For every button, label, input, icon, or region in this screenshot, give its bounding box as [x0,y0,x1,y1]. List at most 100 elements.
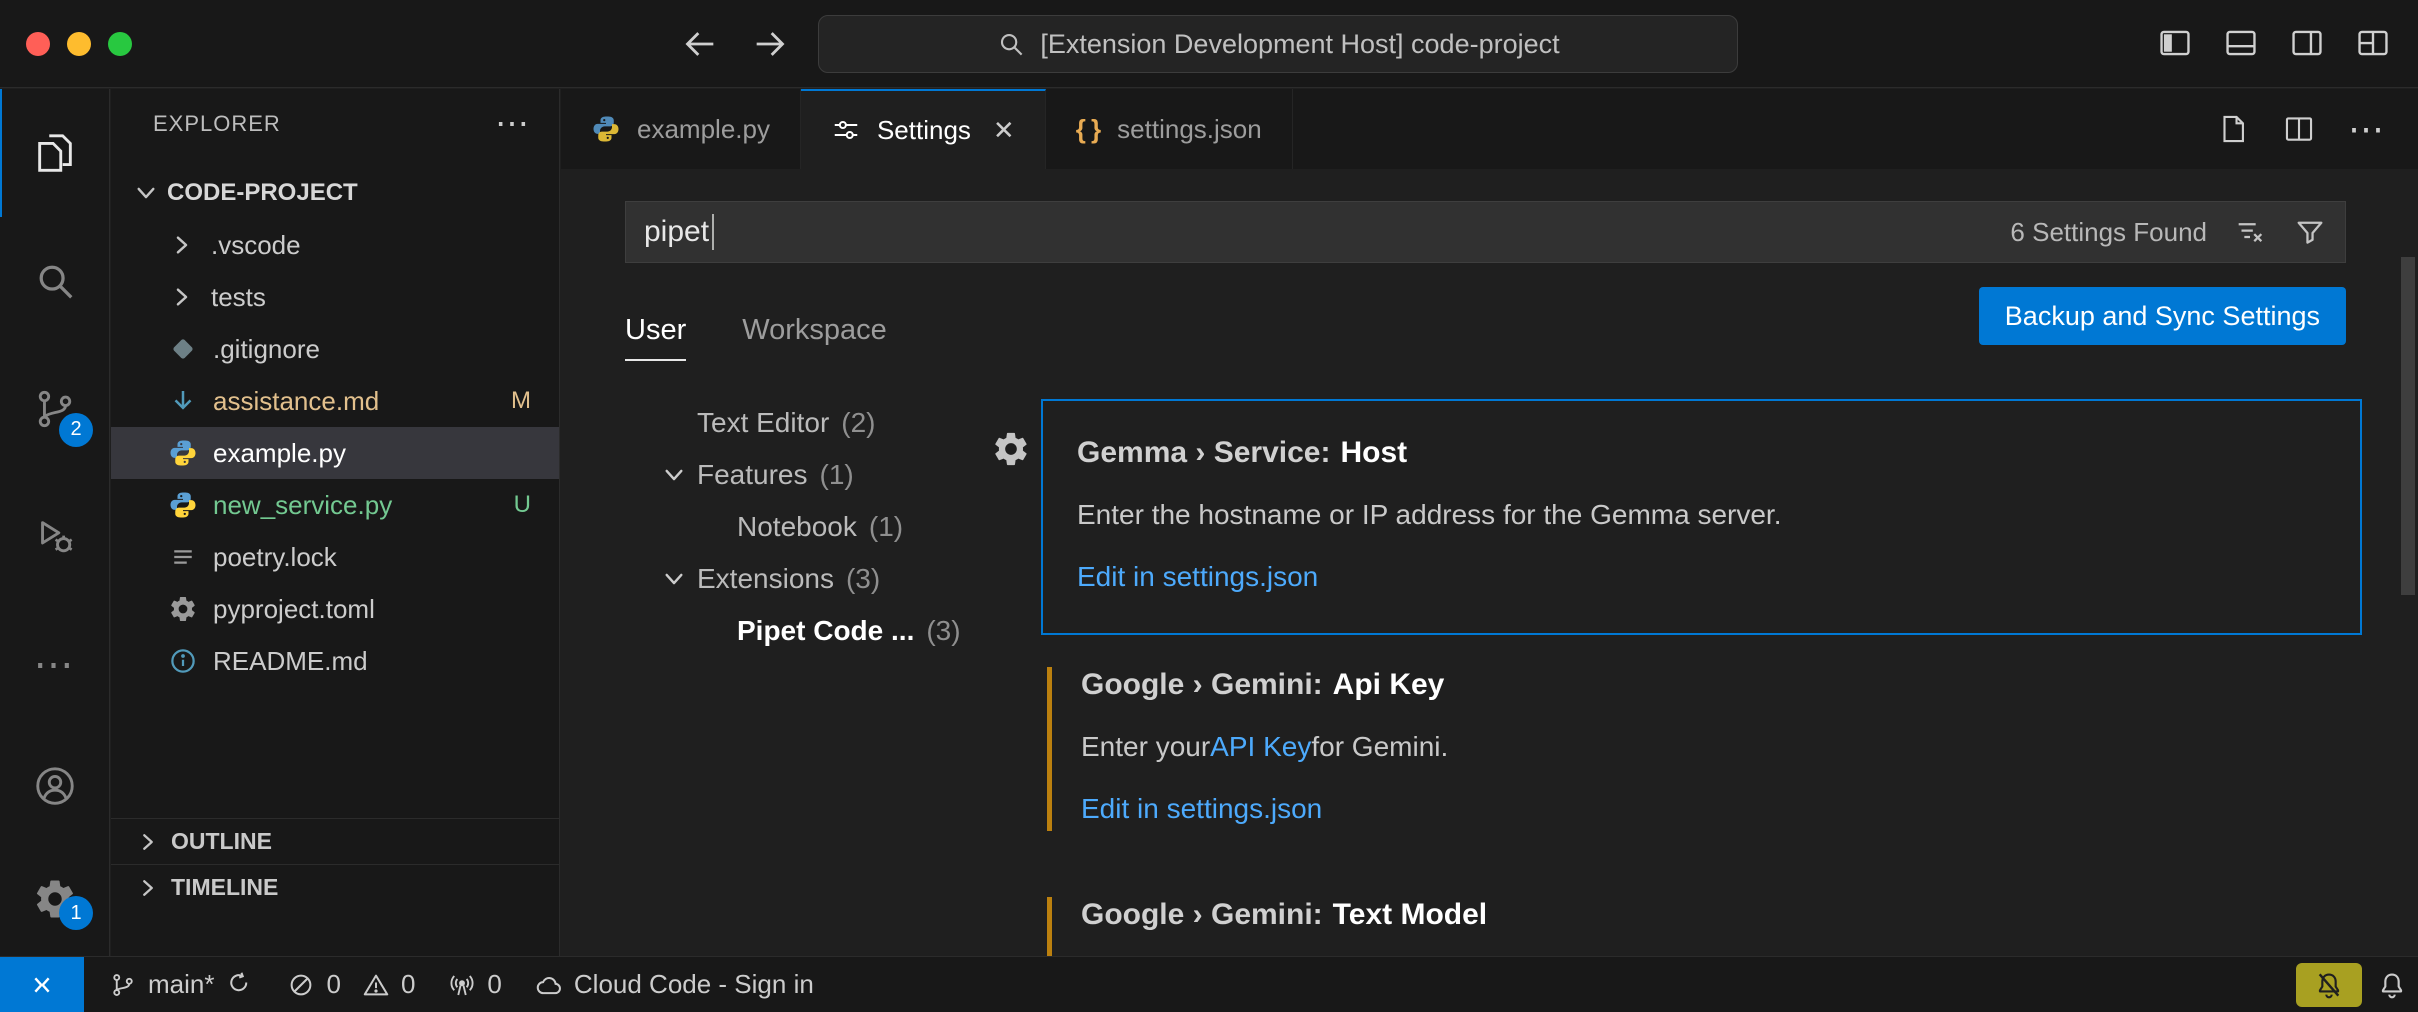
backup-sync-settings-button[interactable]: Backup and Sync Settings [1979,287,2346,345]
zoom-window-button[interactable] [108,32,132,56]
setting-context-gear-icon[interactable] [991,429,1031,469]
explorer-more-actions-icon[interactable]: ⋯ [495,114,529,134]
git-branch-icon [108,970,138,1000]
cloud-code-status-item[interactable]: Cloud Code - Sign in [518,957,830,1012]
search-icon [996,29,1026,59]
scope-tab-workspace[interactable]: Workspace [742,314,887,361]
tree-item-tests[interactable]: tests [111,271,559,323]
ports-count: 0 [487,969,501,1000]
tree-item-example-py[interactable]: example.py [111,427,559,479]
lock-file-icon [167,541,199,573]
activity-accounts[interactable] [0,729,109,843]
close-window-button[interactable] [26,32,50,56]
toc-text-editor[interactable]: Text Editor (2) [651,397,1031,449]
chevron-down-icon [651,462,697,488]
toc-features[interactable]: Features (1) [651,449,1031,501]
open-settings-json-icon[interactable] [2216,112,2250,146]
branch-label: main* [148,969,214,1000]
modified-indicator [1047,667,1052,831]
bell-icon [2376,969,2408,1001]
tree-item-assistance-md[interactable]: assistance.md M [111,375,559,427]
toggle-primary-sidebar-icon[interactable] [2156,24,2194,62]
settings-badge: 1 [59,896,93,930]
warnings-count: 0 [401,969,415,1000]
tab-settings[interactable]: Settings ✕ [801,89,1046,169]
tree-item-new-service-py[interactable]: new_service.py U [111,479,559,531]
setting-google-gemini-api-key[interactable]: Google › Gemini: Api Key Enter your API … [1041,665,2362,837]
minimize-window-button[interactable] [67,32,91,56]
tree-item-gitignore[interactable]: .gitignore [111,323,559,375]
toc-extensions[interactable]: Extensions (3) [651,553,1031,605]
branch-status-item[interactable]: main* [92,957,270,1012]
ports-status-item[interactable]: 0 [431,957,517,1012]
git-status-badge: U [514,491,531,519]
tab-example-py[interactable]: example.py [561,89,801,169]
outline-section[interactable]: OUTLINE [111,818,559,864]
chevron-right-icon [167,284,197,310]
toggle-secondary-sidebar-icon[interactable] [2288,24,2326,62]
cloud-icon [534,970,564,1000]
markdown-file-icon [167,385,199,417]
tree-item-vscode[interactable]: .vscode [111,219,559,271]
vertical-scrollbar[interactable] [2401,257,2415,595]
tree-item-poetry-lock[interactable]: poetry.lock [111,531,559,583]
tab-label: settings.json [1117,114,1262,145]
toc-pipet-code[interactable]: Pipet Code ... (3) [651,605,1031,657]
more-actions-icon[interactable]: ⋯ [2348,124,2384,134]
edit-in-settings-json-link[interactable]: Edit in settings.json [1081,789,2362,829]
tree-item-pyproject-toml[interactable]: pyproject.toml [111,583,559,635]
tab-label: example.py [637,114,770,145]
timeline-section[interactable]: TIMELINE [111,864,559,910]
filter-icon[interactable] [2293,215,2327,249]
notifications-muted-status-item[interactable] [2296,963,2362,1007]
setting-description: Enter the hostname or IP address for the… [1077,495,2360,535]
python-file-icon [167,437,199,469]
toc-notebook[interactable]: Notebook (1) [651,501,1031,553]
activity-search[interactable] [0,217,109,345]
command-center[interactable]: [Extension Development Host] code-projec… [818,15,1738,73]
activity-more-views[interactable]: ⋯ [0,601,109,729]
sync-icon [224,970,254,1000]
modified-indicator [1047,897,1052,956]
tree-root-code-project[interactable]: CODE-PROJECT [111,167,559,219]
settings-scope-tabs: User Workspace [625,291,887,361]
toggle-panel-icon[interactable] [2222,24,2260,62]
chevron-right-icon [133,876,163,900]
settings-search-input[interactable]: pipet 6 Settings Found [625,201,2346,263]
settings-sliders-icon [831,115,861,145]
split-editor-icon[interactable] [2282,112,2316,146]
activity-settings[interactable]: 1 [0,842,109,956]
status-bar: main* 0 0 0 Cloud Code - Sign in [0,956,2418,1012]
problems-status-item[interactable]: 0 0 [270,957,431,1012]
remote-indicator[interactable] [0,957,84,1012]
chevron-right-icon [133,830,163,854]
edit-in-settings-json-link[interactable]: Edit in settings.json [1077,557,2360,597]
clear-search-filters-icon[interactable] [2233,215,2267,249]
editor-group: example.py Settings ✕ { } settings.json … [561,89,2418,956]
setting-description: Enter your API Key for Gemini. [1081,727,2362,767]
errors-icon [286,970,316,1000]
radio-tower-icon [447,970,477,1000]
scope-tab-user[interactable]: User [625,314,686,361]
tab-label: Settings [877,115,971,146]
setting-gemma-service-host[interactable]: Gemma › Service: Host Enter the hostname… [1041,399,2362,635]
close-tab-icon[interactable]: ✕ [993,115,1015,146]
customize-layout-icon[interactable] [2354,24,2392,62]
config-gear-icon [167,593,199,625]
errors-count: 0 [326,969,340,1000]
activity-source-control[interactable]: 2 [0,345,109,473]
navigate-forward-icon[interactable] [750,24,790,64]
activity-run-debug[interactable] [0,473,109,601]
explorer-title: EXPLORER [153,111,281,137]
tree-item-readme-md[interactable]: README.md [111,635,559,687]
tab-settings-json[interactable]: { } settings.json [1046,89,1293,169]
account-icon [32,763,78,809]
warnings-icon [361,970,391,1000]
chevron-down-icon [651,566,697,592]
notifications-bell-item[interactable] [2376,969,2408,1001]
python-file-icon [167,489,199,521]
activity-explorer[interactable] [0,89,109,217]
api-key-link[interactable]: API Key [1210,731,1311,763]
navigate-back-icon[interactable] [680,24,720,64]
setting-google-gemini-text-model[interactable]: Google › Gemini: Text Model [1041,895,2362,956]
